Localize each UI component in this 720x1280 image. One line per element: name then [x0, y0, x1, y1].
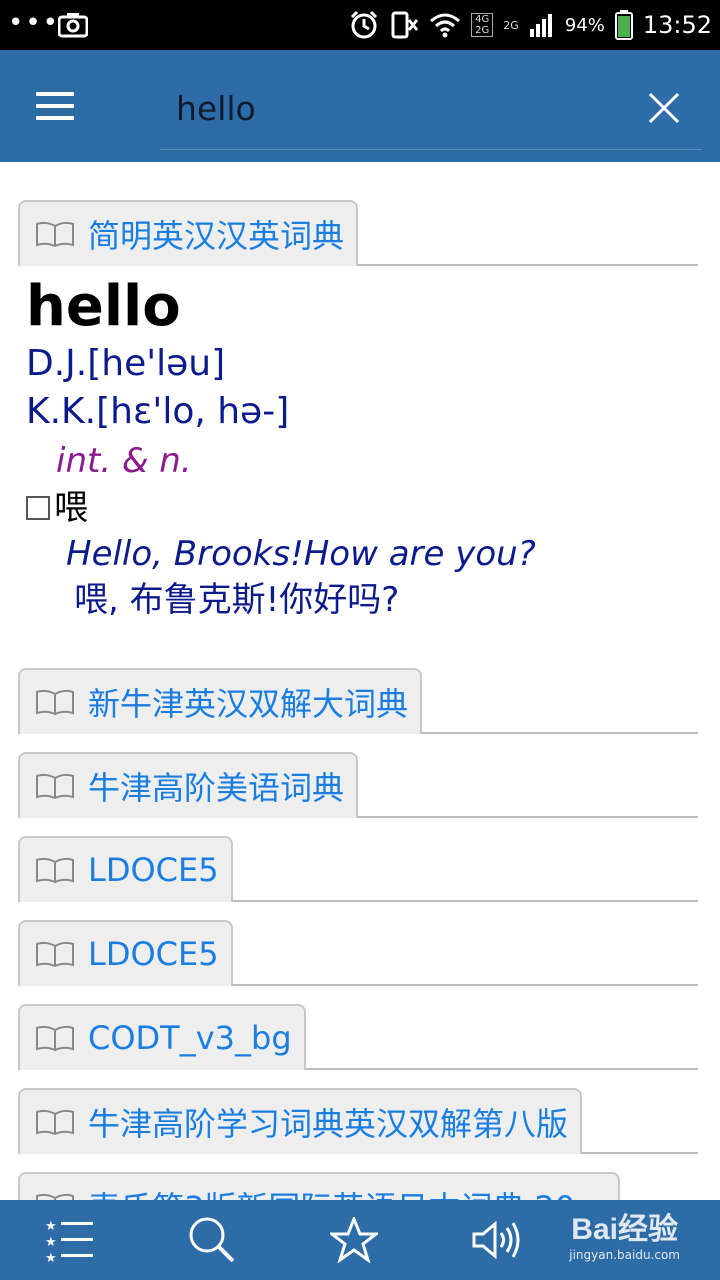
bottom-toolbar: ★ ★ ★ Bai经验 jingyan.baidu.com [0, 1200, 720, 1280]
notification-dots: ••• [8, 8, 61, 38]
dictionary-section: 简明英汉汉英词典 [18, 200, 698, 266]
dictionary-name: LDOCE5 [88, 851, 219, 889]
dictionary-section: LDOCE5 [18, 920, 698, 986]
open-book-icon [36, 1193, 74, 1200]
app-header [0, 50, 720, 162]
sense: 喂 [26, 486, 706, 530]
dictionary-section: CODT_v3_bg [18, 1004, 698, 1070]
phonetic-kk: K.K.[hɛ'lo, hə-] [26, 391, 290, 432]
alarm-icon [351, 10, 378, 39]
sense-marker-icon [26, 496, 50, 520]
example-translation: 喂, 布鲁克斯!你好吗? [74, 580, 400, 620]
net-2g-label: 2G [475, 25, 490, 36]
open-book-icon [36, 857, 74, 883]
sense-text: 喂 [54, 488, 88, 528]
dictionary-tab[interactable]: 简明英汉汉英词典 [18, 200, 359, 266]
dictionary-section: 牛津高阶学习词典英汉双解第八版 [18, 1088, 698, 1154]
dictionary-name: 牛津高阶美语词典 [88, 769, 345, 807]
search-input[interactable] [176, 86, 616, 130]
dictionary-name: 新牛津英汉双解大词典 [88, 685, 409, 723]
speaker-icon [472, 1220, 520, 1260]
dictionary-name: CODT_v3_bg [88, 1019, 292, 1057]
search-icon [189, 1217, 235, 1263]
dictionary-section: 麦氏第3版新国际英语日本词典 20... [18, 1172, 698, 1200]
search-bar [160, 70, 702, 150]
watermark-url: jingyan.baidu.com [569, 1248, 680, 1262]
dictionary-tab[interactable]: 麦氏第3版新国际英语日本词典 20... [18, 1172, 620, 1200]
watermark-logo: Bai经验 [571, 1213, 678, 1246]
signal-strength-icon [529, 14, 552, 37]
open-book-icon [36, 1025, 74, 1051]
screenshot-camera-icon [58, 13, 88, 38]
network-type-badge: 4G 2G [471, 13, 494, 37]
part-of-speech: int. & n. [56, 441, 192, 481]
vibrate-mute-icon [391, 11, 419, 39]
dictionary-tab[interactable]: 新牛津英汉双解大词典 [18, 668, 423, 734]
headword: hello [26, 274, 181, 339]
dictionary-tab[interactable]: 牛津高阶学习词典英汉双解第八版 [18, 1088, 583, 1154]
results-pane: 简明英汉汉英词典 hello D.J.[he'ləu] K.K.[hɛ'lo, … [0, 162, 720, 1200]
close-icon[interactable] [644, 88, 684, 128]
battery-percent: 94% [564, 14, 605, 36]
dictionary-section: LDOCE5 [18, 836, 698, 902]
dictionary-tab[interactable]: LDOCE5 [18, 920, 233, 986]
open-book-icon [36, 941, 74, 967]
phonetic-dj: D.J.[he'ləu] [26, 343, 226, 384]
example-sentence: Hello, Brooks!How are you? [66, 534, 536, 574]
dictionary-name: 牛津高阶学习词典英汉双解第八版 [88, 1105, 569, 1143]
pronounce-button[interactable] [446, 1200, 546, 1280]
status-bar: ••• 4G 2G 2G 94% 13:52 [0, 0, 720, 50]
dictionary-section: 牛津高阶美语词典 [18, 752, 698, 818]
favorite-button[interactable] [304, 1200, 404, 1280]
svg-text:★: ★ [45, 1219, 57, 1234]
clock: 13:52 [642, 11, 712, 39]
hamburger-menu-icon[interactable] [36, 92, 76, 122]
net-2g-signal-label: 2G [503, 18, 519, 32]
open-book-icon [36, 221, 74, 247]
battery-icon [614, 10, 633, 40]
net-4g-label: 4G [475, 14, 490, 25]
baidu-jingyan-watermark: Bai经验 jingyan.baidu.com [569, 1204, 680, 1262]
dictionary-tab[interactable]: LDOCE5 [18, 836, 233, 902]
dictionary-name: LDOCE5 [88, 935, 219, 973]
search-button[interactable] [162, 1200, 262, 1280]
dictionary-entry: hello D.J.[he'ləu] K.K.[hɛ'lo, hə-] int.… [26, 274, 706, 622]
dictionary-section: 新牛津英汉双解大词典 [18, 668, 698, 734]
status-icons: 4G 2G 2G 94% 13:52 [349, 0, 712, 50]
svg-text:★: ★ [45, 1235, 57, 1250]
dictionary-tab[interactable]: CODT_v3_bg [18, 1004, 306, 1070]
svg-text:★: ★ [45, 1251, 57, 1262]
wifi-icon [430, 13, 461, 38]
dictionary-name: 简明英汉汉英词典 [88, 217, 345, 255]
dictionary-tab[interactable]: 牛津高阶美语词典 [18, 752, 359, 818]
open-book-icon [36, 1109, 74, 1135]
dictionary-name: 麦氏第3版新国际英语日本词典 20... [88, 1183, 606, 1200]
star-list-icon: ★ ★ ★ [45, 1219, 93, 1262]
star-icon [330, 1217, 378, 1263]
list-button[interactable]: ★ ★ ★ [20, 1200, 120, 1280]
open-book-icon [36, 773, 74, 799]
open-book-icon [36, 689, 74, 715]
